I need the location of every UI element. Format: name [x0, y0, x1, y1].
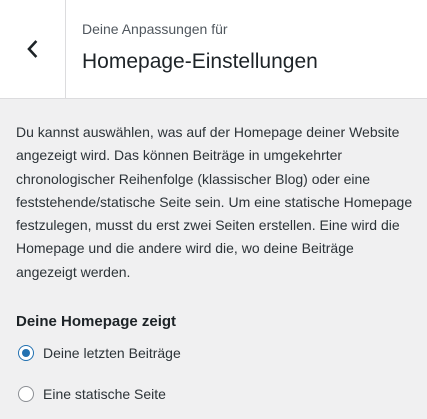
panel-header: Deine Anpassungen für Homepage-Einstellu… — [0, 0, 427, 99]
back-button[interactable] — [0, 0, 66, 98]
chevron-left-icon — [27, 40, 38, 58]
radio-button-unchecked[interactable] — [18, 386, 34, 402]
radio-latest-posts[interactable]: Deine letzten Beiträge — [18, 342, 181, 364]
radio-button-checked[interactable] — [18, 345, 34, 361]
panel-title: Homepage-Einstellungen — [82, 50, 318, 73]
radio-static-page[interactable]: Eine statische Seite — [18, 383, 166, 405]
homepage-setting-label: Deine Homepage zeigt — [16, 313, 177, 330]
radio-label-static-page: Eine statische Seite — [43, 386, 166, 402]
radio-label-latest-posts: Deine letzten Beiträge — [43, 345, 181, 361]
header-subtitle: Deine Anpassungen für — [82, 21, 228, 37]
section-description: Du kannst auswählen, was auf der Homepag… — [16, 124, 413, 280]
